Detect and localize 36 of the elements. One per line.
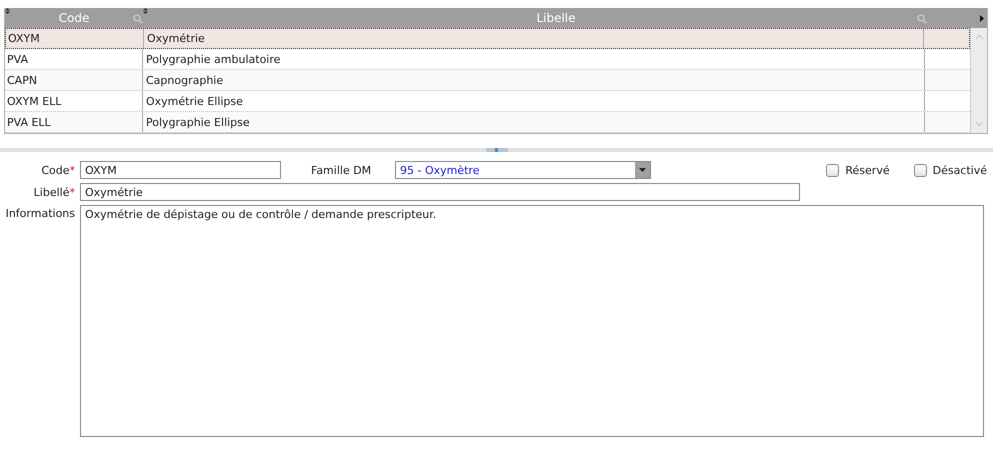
table-row[interactable]: CAPN Capnographie bbox=[5, 70, 970, 91]
field-label: Famille DM bbox=[311, 164, 372, 176]
table-cell: PVA ELL bbox=[5, 112, 143, 132]
field-label: Code* bbox=[40, 164, 76, 176]
table-row[interactable]: OXYM ELL Oxymétrie Ellipse bbox=[5, 91, 970, 112]
checkbox-label: Réservé bbox=[845, 164, 890, 176]
scroll-up-icon[interactable] bbox=[974, 34, 984, 40]
table-row[interactable]: OXYM Oxymétrie bbox=[5, 28, 970, 49]
table-cell: Oxymétrie bbox=[144, 29, 924, 48]
table-cell: Oxymétrie Ellipse bbox=[143, 91, 925, 111]
field-label: Libellé* bbox=[32, 186, 76, 198]
information-textarea[interactable]: Oxymétrie de dépistage ou de contrôle / demande prescripteur. bbox=[80, 205, 984, 437]
checkbox[interactable] bbox=[826, 164, 840, 176]
scroll-down-icon[interactable] bbox=[974, 121, 984, 127]
sort-icon[interactable] bbox=[143, 8, 148, 14]
sort-icon[interactable] bbox=[5, 8, 10, 14]
table-cell: CAPN bbox=[5, 70, 143, 90]
column-menu-icon[interactable] bbox=[980, 14, 984, 22]
table-cell: Polygraphie Ellipse bbox=[143, 112, 925, 132]
search-icon[interactable] bbox=[917, 14, 927, 24]
table-cell: Capnographie bbox=[143, 70, 925, 90]
dropdown-arrow-icon bbox=[639, 168, 646, 172]
scrollbar[interactable] bbox=[970, 28, 987, 133]
table-cell: OXYM ELL bbox=[5, 91, 143, 111]
field-label: Informations bbox=[4, 206, 76, 220]
table-cell: OXYM bbox=[6, 29, 144, 48]
checkbox[interactable] bbox=[914, 164, 927, 176]
grip-icon[interactable] bbox=[486, 148, 508, 152]
table-row[interactable]: PVA ELL Polygraphie Ellipse bbox=[5, 112, 970, 133]
table-row[interactable]: PVA Polygraphie ambulatoire bbox=[5, 49, 970, 70]
code-field[interactable]: OXYM bbox=[80, 161, 281, 179]
checkbox-label: Désactivé bbox=[932, 164, 987, 176]
table-cell: PVA bbox=[5, 49, 143, 69]
table-cell: Polygraphie ambulatoire bbox=[143, 49, 925, 69]
family-dropdown[interactable]: 95 - Oxymètre bbox=[395, 161, 651, 179]
label-field[interactable]: Oxymétrie bbox=[80, 183, 800, 201]
